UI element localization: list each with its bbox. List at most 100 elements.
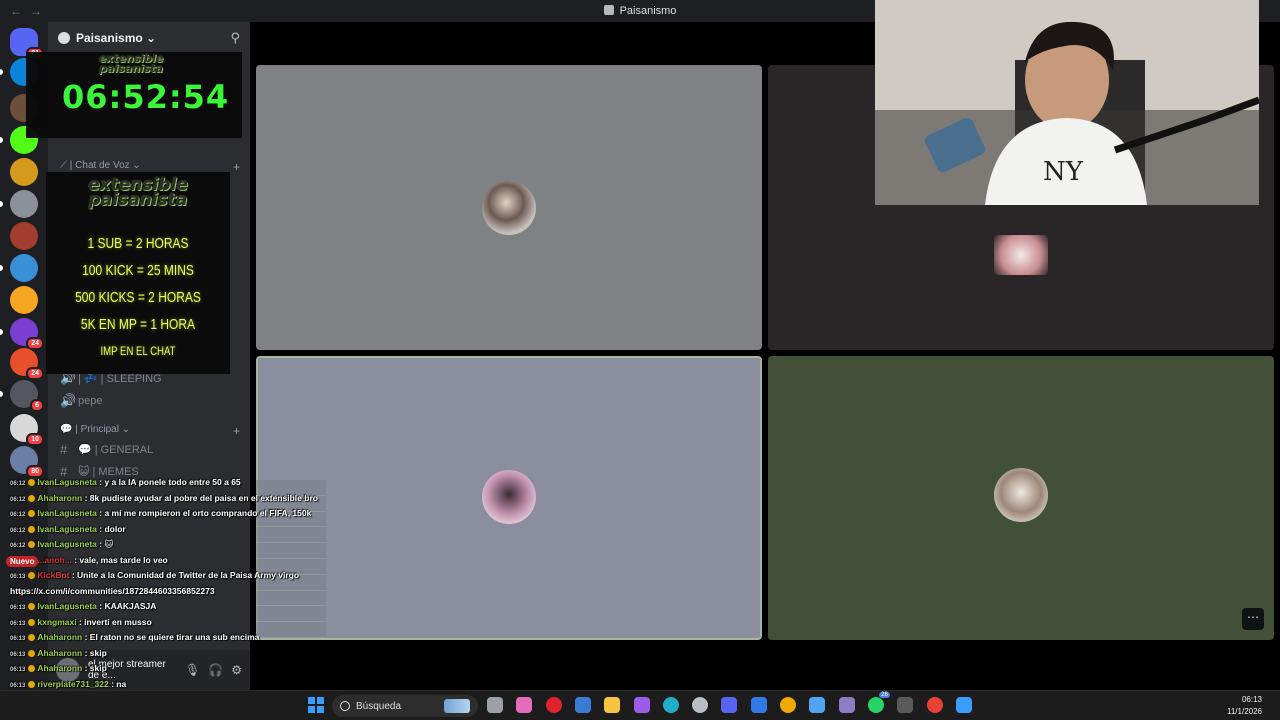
server-icon-server-5[interactable] [10,158,38,186]
server-icon-server-10[interactable]: 24 [10,318,44,350]
rule-item: 5K EN MP = 1 HORA [80,316,196,333]
chat-username: riverplate731_322 [37,678,112,689]
chat-message: 06:13 KickBot : Unite a la Comunidad de T… [10,570,299,580]
server-icon-server-11[interactable]: 24 [10,348,44,380]
text-channel-general[interactable]: # 💬 | GENERAL [60,442,240,457]
category-principal[interactable]: 💬 | Principal ⌄ + [60,424,240,438]
rules-list: 1 SUB = 2 HORAS 100 KICK = 25 MINS 500 K… [46,230,230,365]
chat-badge-icon [28,603,36,610]
speaker-icon: 🔊 [60,393,77,408]
mail-icon[interactable] [750,697,767,713]
server-header[interactable]: Paisanismo ⌄ ⚲ [48,22,250,54]
chat-username: Ahaharonn [37,647,85,658]
chat-username: IvanLagusneta [37,477,100,487]
chat-text: : na [111,678,127,689]
chat-badge-icon [28,525,36,533]
chat-text: : KAAKJASJA [99,601,157,611]
store-icon[interactable] [574,697,591,713]
server-icon-server-9[interactable] [10,286,38,314]
copilot-icon[interactable] [516,697,533,713]
chat-timestamp: 06:13 [10,574,26,580]
chat-text: : a mí me rompieron el orto comprando el… [99,508,312,518]
photos-icon[interactable] [955,697,972,713]
discord-icon[interactable] [721,697,738,713]
chat-username: IvanLagusneta [37,523,100,534]
participant-tile[interactable] [256,65,762,350]
edge-icon[interactable] [662,697,679,713]
windows-start-icon[interactable] [308,697,324,713]
chat-text: : vale, mas tarde lo veo [74,554,168,565]
subathon-timer-overlay: extensible paisanista 06:52:54 [26,52,242,138]
server-icon-server-12[interactable]: 6 [10,380,44,412]
explorer-icon[interactable] [604,697,621,713]
chrome-icon[interactable] [926,697,943,713]
new-messages-badge[interactable]: Nuevo [6,556,39,567]
server-icon-server-14[interactable]: 80 [10,446,44,478]
invite-icon[interactable]: ⚲ [230,30,240,46]
terminal-icon[interactable] [897,697,914,713]
chrome-green-icon[interactable] [780,697,796,713]
clock-time: 06:13 [1241,695,1262,704]
unread-badge: 10 [26,433,44,446]
voice-channel-pepe[interactable]: 🔊 pepe [60,393,240,409]
participant-tile-speaking[interactable] [256,356,762,640]
chat-username: IvanLagusneta [37,601,100,611]
chat-message: https://x.com/i/communities/187284460335… [10,586,215,596]
server-icon-server-7[interactable] [10,222,38,250]
server-icon-server-13[interactable]: 10 [10,414,44,446]
participant-tile[interactable]: ⋯ [768,356,1274,640]
unread-pip [0,137,3,143]
taskbar-search[interactable]: Búsqueda [332,695,478,717]
chat-text: : skip [84,647,107,658]
notification-badge: 28 [879,692,890,698]
extensible-logo: extensible paisanista [88,175,188,211]
chat-badge-icon [28,479,36,486]
chat-timestamp: 06:13 [10,651,26,658]
subathon-rules-overlay: extensible paisanista 1 SUB = 2 HORAS 10… [46,172,230,374]
chat-text: : inverti en musso [78,616,152,627]
opera-icon[interactable] [545,697,562,713]
chat-badge-icon [28,618,36,626]
file-manager-icon[interactable] [487,697,503,713]
server-settings-icon [58,32,70,44]
participant-avatar [994,468,1048,522]
chat-badge-icon [28,510,36,517]
chat-username: Ahaharonn [37,492,85,503]
rule-item: 500 KICKS = 2 HORAS [75,289,201,306]
chat-timestamp: 06:12 [10,512,26,518]
add-channel-icon[interactable]: + [233,160,240,174]
add-channel-icon[interactable]: + [233,424,240,438]
subathon-timer: 06:52:54 [62,78,230,116]
notepad-icon[interactable] [809,697,826,713]
webcam-feed: NY [875,0,1259,205]
chat-text: https://x.com/i/communities/187284460335… [10,585,215,596]
chat-text: : 🐱 [99,539,114,549]
chat-text: : El raton no se quiere tirar una sub en… [84,632,260,642]
participant-avatar [482,470,536,524]
chat-message: 06:12 IvanLagusneta : 🐱 [10,539,113,550]
chat-message: 06:12 IvanLagusneta : dolor [10,524,126,534]
grid-app-icon[interactable] [838,697,855,713]
svg-text:NY: NY [1043,157,1084,187]
chat-timestamp: 06:12 [10,527,26,534]
chat-badge-icon [28,572,36,579]
feather-icon[interactable] [633,697,650,713]
rule-item: 1 SUB = 2 HORAS [87,235,189,252]
chat-badge-icon [28,541,36,548]
system-clock[interactable]: 06:13 11/1/2026 [1227,694,1262,718]
server-icon [603,5,614,15]
rule-item: IMP EN EL CHAT [100,344,176,358]
chat-message: 06:12 IvanLagusneta : y a la IA ponele to… [10,477,241,487]
search-icon [340,701,350,711]
search-highlight-icon [444,699,470,713]
whatsapp-icon[interactable]: 28 [867,692,890,713]
more-options-button[interactable]: ⋯ [1242,608,1264,630]
steam-icon[interactable] [692,697,709,713]
chat-username: IvanLagusneta [37,539,100,549]
chat-text: : 8k pudiste ayudar al pobre del paisa e… [84,492,318,503]
chat-message: 06:13 Ahaharonn : skip [10,663,107,673]
server-icon-server-8[interactable] [10,254,38,282]
chat-timestamp: 06:12 [10,496,26,503]
server-icon-server-6[interactable] [10,190,38,218]
chat-badge-icon [28,665,36,672]
